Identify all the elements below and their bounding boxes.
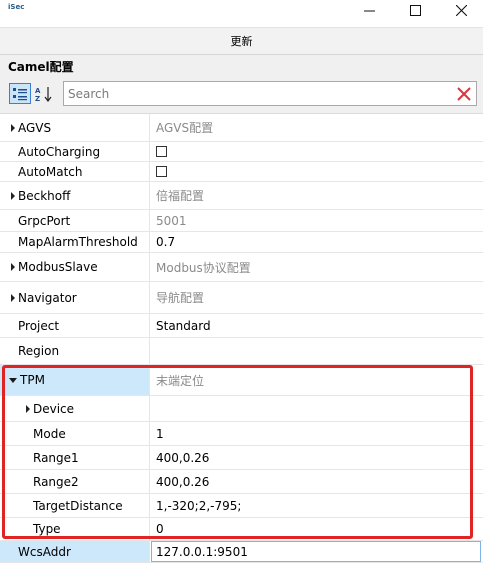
property-row-wcsaddr[interactable]: WcsAddr 127.0.0.1:9501 <box>0 541 483 563</box>
property-value: 1 <box>156 426 164 441</box>
property-row-mapalarmthreshold[interactable]: MapAlarmThreshold 0.7 <box>0 232 483 253</box>
property-name: AutoMatch <box>18 164 83 179</box>
property-name: Range1 <box>33 450 79 465</box>
clear-search-icon[interactable] <box>456 86 472 102</box>
property-value: 400,0.26 <box>156 474 210 489</box>
property-value: 400,0.26 <box>156 450 210 465</box>
expand-arrow-icon[interactable] <box>26 404 30 413</box>
property-row-region[interactable]: Region <box>0 338 483 365</box>
property-value: 倍福配置 <box>156 189 205 203</box>
property-name: Navigator <box>18 290 77 305</box>
property-value: 末端定位 <box>156 373 205 388</box>
property-row-range1[interactable]: Range1 400,0.26 <box>0 446 483 470</box>
categorized-view-button[interactable] <box>9 83 31 104</box>
property-row-range2[interactable]: Range2 400,0.26 <box>0 470 483 494</box>
expand-arrow-icon[interactable] <box>11 123 15 132</box>
maximize-icon <box>409 4 421 16</box>
property-value: Modbus协议配置 <box>156 260 251 275</box>
property-value: 0.7 <box>156 235 176 249</box>
property-row-project[interactable]: Project Standard <box>0 314 483 338</box>
property-value: 导航配置 <box>156 291 205 305</box>
property-name: AutoCharging <box>18 144 101 159</box>
minimize-icon <box>363 10 375 11</box>
property-name: Mode <box>33 426 66 441</box>
property-row-targetdistance[interactable]: TargetDistance 1,-320;2,-795; <box>0 494 483 518</box>
property-name: GrpcPort <box>18 213 71 228</box>
property-name: TPM <box>20 373 45 387</box>
property-row-beckhoff[interactable]: Beckhoff 倍福配置 <box>0 182 483 210</box>
wcsaddr-input[interactable]: 127.0.0.1:9501 <box>151 541 481 562</box>
expand-arrow-icon[interactable] <box>11 293 15 302</box>
property-row-type[interactable]: Type 0 <box>0 518 483 541</box>
property-value <box>151 396 483 421</box>
property-name: WcsAddr <box>18 544 71 559</box>
update-button[interactable]: 更新 <box>0 27 483 55</box>
property-row-navigator[interactable]: Navigator 导航配置 <box>0 282 483 314</box>
property-value: 5001 <box>156 213 187 228</box>
autocharging-checkbox[interactable] <box>156 146 167 157</box>
property-row-grpcport[interactable]: GrpcPort 5001 <box>0 210 483 232</box>
svg-text:Z: Z <box>35 95 40 102</box>
automatch-checkbox[interactable] <box>156 166 167 177</box>
expand-arrow-icon[interactable] <box>11 263 15 271</box>
property-grid-panel: Camel配置 A Z AGVS AGVS配置 AutoCharging <box>0 55 483 569</box>
alphabetical-sort-button[interactable]: A Z <box>33 84 55 104</box>
property-name: Region <box>18 344 60 358</box>
search-input[interactable] <box>64 82 453 105</box>
app-icon: iSec <box>8 3 25 11</box>
maximize-button[interactable] <box>395 0 435 20</box>
property-name: Type <box>33 522 61 536</box>
property-name: Beckhoff <box>18 188 71 203</box>
property-row-modbusslave[interactable]: ModbusSlave Modbus协议配置 <box>0 253 483 282</box>
property-value: 0 <box>156 522 164 536</box>
property-name: Device <box>33 401 75 416</box>
property-value: 1,-320;2,-795; <box>156 498 242 513</box>
property-name: Range2 <box>33 474 79 489</box>
categorized-icon <box>13 87 27 100</box>
collapse-arrow-icon[interactable] <box>9 377 17 383</box>
property-row-device[interactable]: Device <box>0 396 483 422</box>
property-row-agvs[interactable]: AGVS AGVS配置 <box>0 114 483 142</box>
property-row-tpm[interactable]: TPM 末端定位 <box>0 365 483 396</box>
close-icon <box>455 4 467 16</box>
property-name: ModbusSlave <box>18 260 98 274</box>
property-list: AGVS AGVS配置 AutoCharging AutoMatch Beckh… <box>0 113 483 569</box>
minimize-button[interactable] <box>349 0 389 20</box>
property-value <box>151 338 483 364</box>
property-name: TargetDistance <box>33 498 123 513</box>
property-name: MapAlarmThreshold <box>18 235 138 249</box>
property-value: AGVS配置 <box>156 121 214 135</box>
svg-text:A: A <box>35 87 41 95</box>
property-row-autocharging[interactable]: AutoCharging <box>0 142 483 162</box>
property-name: AGVS <box>18 120 52 135</box>
panel-title: Camel配置 <box>8 60 74 74</box>
property-value: Standard <box>156 318 211 333</box>
title-bar: iSec <box>0 0 483 20</box>
close-button[interactable] <box>441 0 481 20</box>
property-row-mode[interactable]: Mode 1 <box>0 422 483 446</box>
expand-arrow-icon[interactable] <box>11 191 15 200</box>
property-name: Project <box>18 318 60 333</box>
property-row-automatch[interactable]: AutoMatch <box>0 162 483 182</box>
search-field <box>63 81 477 106</box>
sort-az-icon: A Z <box>35 87 52 102</box>
